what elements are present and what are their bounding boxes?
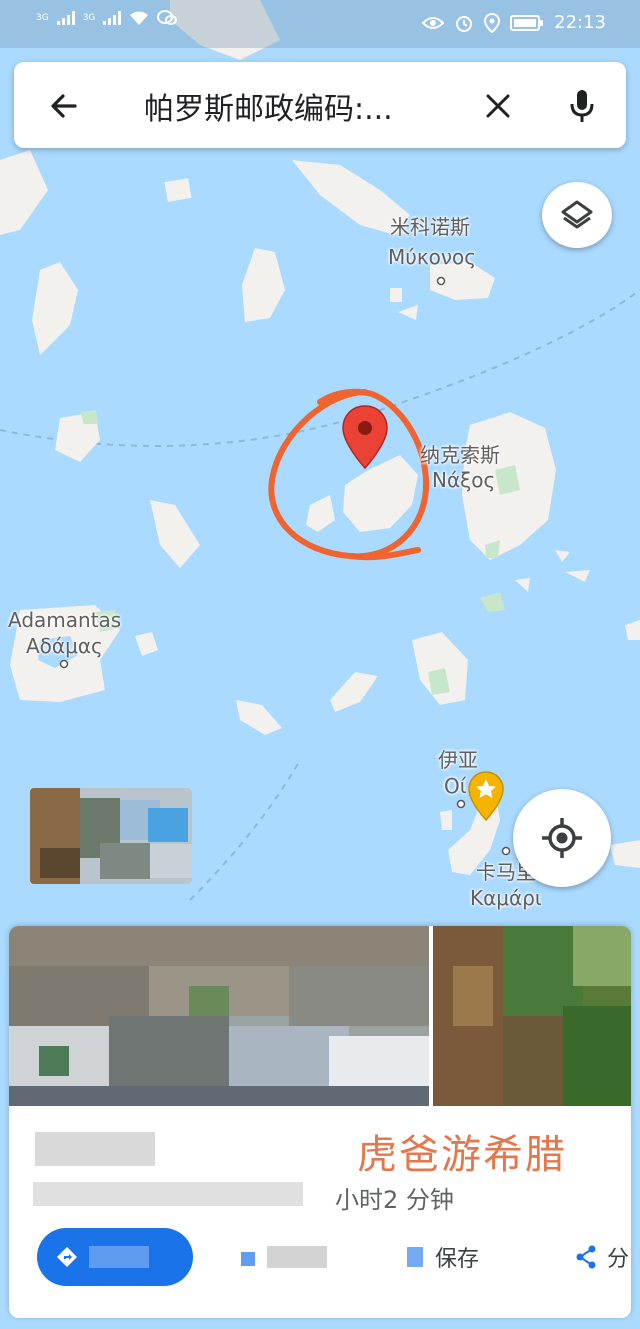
place-details-blurred xyxy=(33,1182,303,1206)
location-pin-icon[interactable] xyxy=(340,404,390,470)
blurred-photo-image xyxy=(433,926,631,1106)
my-location-button[interactable] xyxy=(513,789,611,887)
watermark-text: 虎爸游希腊 xyxy=(357,1132,567,1178)
map-label-kamari-gr: Καμάρι xyxy=(470,886,542,910)
share-button[interactable]: 分 xyxy=(557,1228,631,1286)
place-card[interactable]: 虎爸游希腊 小时2 分钟 保存 分 xyxy=(9,926,631,1318)
wifi-icon xyxy=(130,11,149,25)
signal-icon xyxy=(103,11,122,25)
map-label-adamantas-gr: Αδάμας xyxy=(26,634,103,658)
close-icon xyxy=(486,94,510,118)
photo-thumbnail[interactable] xyxy=(30,788,192,884)
location-status-icon xyxy=(484,12,501,33)
crosshair-icon xyxy=(542,818,582,858)
map-label-oia-gr: Οί xyxy=(444,774,467,798)
blurred-photo-image xyxy=(9,926,429,1106)
blurred-photo-image xyxy=(30,788,192,884)
start-label-blurred xyxy=(267,1246,327,1268)
eye-icon xyxy=(422,16,445,29)
back-button[interactable] xyxy=(42,84,86,128)
clear-search-button[interactable] xyxy=(476,84,520,128)
microphone-icon xyxy=(570,90,594,122)
save-label: 保存 xyxy=(435,1247,480,1272)
saved-place-star-icon[interactable] xyxy=(467,770,505,822)
battery-icon xyxy=(510,14,544,31)
directions-icon xyxy=(57,1247,77,1267)
save-button[interactable]: 保存 xyxy=(387,1228,527,1286)
map-label-naxos-cn: 纳克索斯 xyxy=(420,443,500,467)
clock-time: 22:13 xyxy=(554,12,606,33)
chat-app-icon xyxy=(157,10,178,25)
map-label-mykonos-cn: 米科诺斯 xyxy=(390,215,470,239)
share-icon xyxy=(576,1245,596,1269)
navigation-icon xyxy=(241,1252,255,1266)
map-label-adamantas-en: Adamantas xyxy=(8,608,122,632)
network-type-2: 3G xyxy=(82,12,96,23)
place-photo-side[interactable] xyxy=(433,926,631,1106)
map-layers-button[interactable] xyxy=(542,182,612,248)
layers-icon xyxy=(561,200,593,229)
map-label-oia-cn: 伊亚 xyxy=(438,748,478,772)
signal-icon xyxy=(56,11,75,25)
search-bar[interactable]: 帕罗斯邮政编码:... xyxy=(14,62,626,148)
travel-time-text: 小时2 分钟 xyxy=(335,1186,454,1214)
share-label: 分 xyxy=(606,1247,629,1272)
search-query-text[interactable]: 帕罗斯邮政编码:... xyxy=(144,84,464,128)
alarm-icon xyxy=(456,15,473,32)
start-button[interactable] xyxy=(221,1228,351,1286)
directions-button[interactable] xyxy=(37,1228,193,1286)
place-photo-main[interactable] xyxy=(9,926,429,1106)
map-label-mykonos-gr: Μύκονος xyxy=(388,245,476,269)
network-type-1: 3G xyxy=(36,12,49,23)
map-label-naxos-gr: Νάξος xyxy=(432,468,496,492)
arrow-back-icon xyxy=(51,94,77,118)
directions-label-blurred xyxy=(89,1246,149,1268)
bookmark-icon xyxy=(407,1247,423,1267)
place-name xyxy=(35,1132,155,1166)
status-bar: 3G 3G 22:13 xyxy=(0,0,640,48)
voice-search-button[interactable] xyxy=(560,82,604,130)
